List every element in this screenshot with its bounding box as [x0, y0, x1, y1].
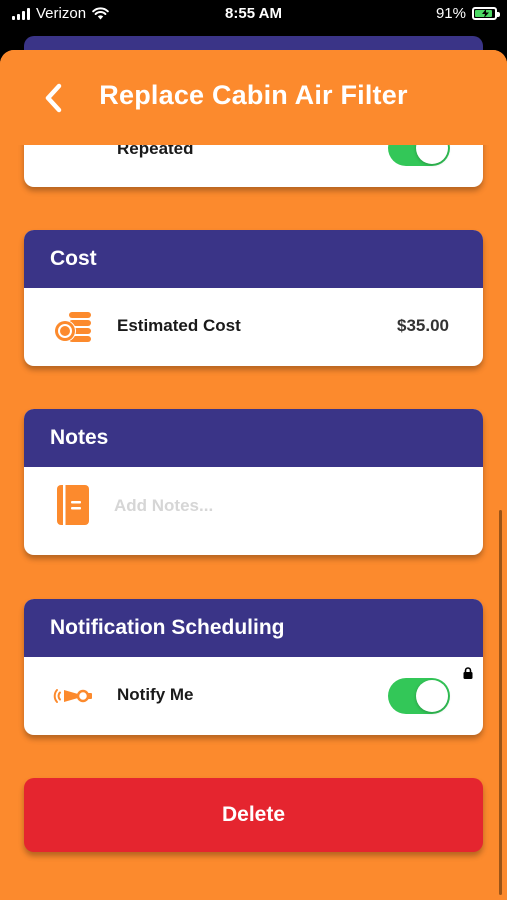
notification-card: Notification Scheduling Notify Me [24, 599, 483, 735]
battery-percent: 91% [435, 5, 466, 22]
estimated-cost-label: Estimated Cost [117, 316, 241, 335]
cost-card-header: Cost [24, 230, 483, 288]
delete-button[interactable]: Delete [24, 778, 483, 852]
notes-card: Notes [24, 409, 483, 555]
nav-bar: Replace Cabin Air Filter [0, 50, 507, 145]
notify-me-toggle[interactable] [388, 678, 450, 714]
coins-icon [54, 312, 91, 342]
estimated-cost-row[interactable]: Estimated Cost $35.00 [24, 288, 483, 366]
cost-card: Cost Estimated Cost $35.00 [24, 230, 483, 366]
notification-card-header: Notification Scheduling [24, 599, 483, 657]
charging-bolt-icon [482, 9, 489, 18]
detail-sheet: Replace Cabin Air Filter Repeated Cost E… [0, 50, 507, 900]
status-right: 91% [435, 5, 500, 22]
scroll-indicator[interactable] [499, 510, 502, 895]
notebook-icon [57, 485, 89, 525]
battery-icon [472, 7, 500, 20]
notes-card-header: Notes [24, 409, 483, 467]
estimated-cost-value: $35.00 [397, 316, 449, 335]
status-time: 8:55 AM [225, 5, 282, 22]
status-bar: Verizon 8:55 AM 91% [0, 0, 507, 30]
notes-row[interactable] [24, 467, 483, 555]
page-title: Replace Cabin Air Filter [99, 80, 408, 110]
lock-icon [463, 667, 473, 679]
notify-me-row[interactable]: Notify Me [24, 657, 483, 735]
toggle-knob [416, 680, 448, 712]
notes-input[interactable] [114, 491, 444, 521]
horn-icon [53, 689, 92, 703]
notify-me-label: Notify Me [117, 685, 194, 704]
